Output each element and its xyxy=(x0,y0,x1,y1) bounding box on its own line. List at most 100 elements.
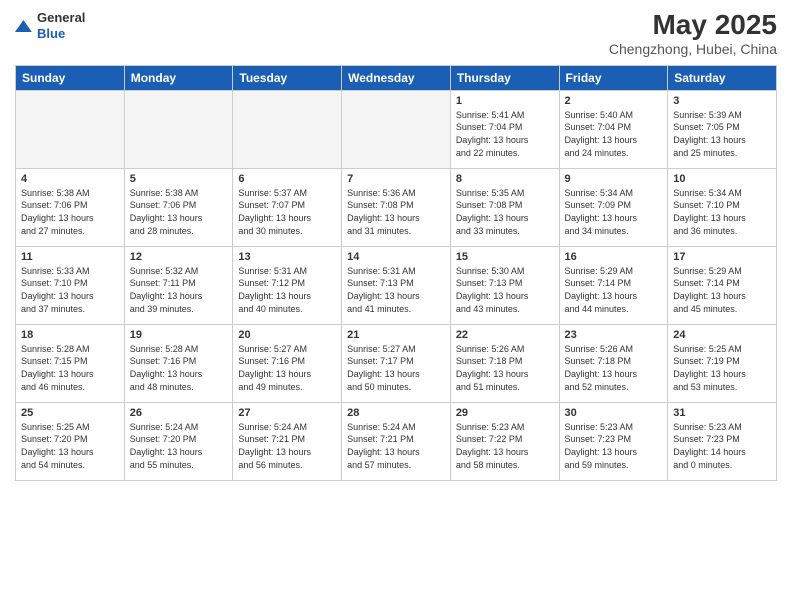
day-info: Sunrise: 5:27 AM Sunset: 7:17 PM Dayligh… xyxy=(347,343,445,393)
day-number: 13 xyxy=(238,251,336,263)
day-number: 28 xyxy=(347,407,445,419)
table-row xyxy=(16,90,125,168)
table-row: 11 Sunrise: 5:33 AM Sunset: 7:10 PM Dayli… xyxy=(16,246,125,324)
col-saturday: Saturday xyxy=(668,65,777,90)
day-info: Sunrise: 5:31 AM Sunset: 7:13 PM Dayligh… xyxy=(347,265,445,315)
table-row: 10 Sunrise: 5:34 AM Sunset: 7:10 PM Dayli… xyxy=(668,168,777,246)
table-row: 29 Sunrise: 5:23 AM Sunset: 7:22 PM Dayli… xyxy=(450,402,559,480)
day-number: 11 xyxy=(21,251,119,263)
day-info: Sunrise: 5:25 AM Sunset: 7:19 PM Dayligh… xyxy=(673,343,771,393)
col-tuesday: Tuesday xyxy=(233,65,342,90)
day-number: 14 xyxy=(347,251,445,263)
day-info: Sunrise: 5:26 AM Sunset: 7:18 PM Dayligh… xyxy=(456,343,554,393)
day-number: 16 xyxy=(565,251,663,263)
header: General Blue May 2025 Chengzhong, Hubei,… xyxy=(15,10,777,57)
table-row xyxy=(233,90,342,168)
day-number: 30 xyxy=(565,407,663,419)
table-row: 6 Sunrise: 5:37 AM Sunset: 7:07 PM Daylig… xyxy=(233,168,342,246)
day-info: Sunrise: 5:27 AM Sunset: 7:16 PM Dayligh… xyxy=(238,343,336,393)
day-number: 3 xyxy=(673,95,771,107)
table-row: 13 Sunrise: 5:31 AM Sunset: 7:12 PM Dayli… xyxy=(233,246,342,324)
day-info: Sunrise: 5:23 AM Sunset: 7:22 PM Dayligh… xyxy=(456,421,554,471)
day-info: Sunrise: 5:40 AM Sunset: 7:04 PM Dayligh… xyxy=(565,109,663,159)
day-number: 25 xyxy=(21,407,119,419)
table-row: 26Sunrise: 5:24 AM Sunset: 7:20 PM Dayli… xyxy=(124,402,233,480)
day-info: Sunrise: 5:39 AM Sunset: 7:05 PM Dayligh… xyxy=(673,109,771,159)
day-number: 19 xyxy=(130,329,228,341)
day-info: Sunrise: 5:41 AM Sunset: 7:04 PM Dayligh… xyxy=(456,109,554,159)
col-wednesday: Wednesday xyxy=(342,65,451,90)
calendar-week-row: 1 Sunrise: 5:41 AM Sunset: 7:04 PM Daylig… xyxy=(16,90,777,168)
calendar-header-row: Sunday Monday Tuesday Wednesday Thursday… xyxy=(16,65,777,90)
table-row: 15Sunrise: 5:30 AM Sunset: 7:13 PM Dayli… xyxy=(450,246,559,324)
day-number: 4 xyxy=(21,173,119,185)
calendar-week-row: 4 Sunrise: 5:38 AM Sunset: 7:06 PM Daylig… xyxy=(16,168,777,246)
table-row xyxy=(342,90,451,168)
calendar-week-row: 11 Sunrise: 5:33 AM Sunset: 7:10 PM Dayli… xyxy=(16,246,777,324)
day-info: Sunrise: 5:37 AM Sunset: 7:07 PM Dayligh… xyxy=(238,187,336,237)
day-number: 26 xyxy=(130,407,228,419)
calendar-table: Sunday Monday Tuesday Wednesday Thursday… xyxy=(15,65,777,481)
table-row: 24 Sunrise: 5:25 AM Sunset: 7:19 PM Dayli… xyxy=(668,324,777,402)
day-number: 29 xyxy=(456,407,554,419)
day-info: Sunrise: 5:25 AM Sunset: 7:20 PM Dayligh… xyxy=(21,421,119,471)
table-row: 5Sunrise: 5:38 AM Sunset: 7:06 PM Daylig… xyxy=(124,168,233,246)
day-number: 15 xyxy=(456,251,554,263)
col-thursday: Thursday xyxy=(450,65,559,90)
table-row: 28Sunrise: 5:24 AM Sunset: 7:21 PM Dayli… xyxy=(342,402,451,480)
day-info: Sunrise: 5:29 AM Sunset: 7:14 PM Dayligh… xyxy=(565,265,663,315)
table-row: 8 Sunrise: 5:35 AM Sunset: 7:08 PM Daylig… xyxy=(450,168,559,246)
day-number: 22 xyxy=(456,329,554,341)
table-row: 21 Sunrise: 5:27 AM Sunset: 7:17 PM Dayli… xyxy=(342,324,451,402)
day-number: 8 xyxy=(456,173,554,185)
day-number: 10 xyxy=(673,173,771,185)
day-number: 18 xyxy=(21,329,119,341)
day-info: Sunrise: 5:32 AM Sunset: 7:11 PM Dayligh… xyxy=(130,265,228,315)
day-info: Sunrise: 5:33 AM Sunset: 7:10 PM Dayligh… xyxy=(21,265,119,315)
day-number: 24 xyxy=(673,329,771,341)
calendar-week-row: 18 Sunrise: 5:28 AM Sunset: 7:15 PM Dayli… xyxy=(16,324,777,402)
table-row: 1 Sunrise: 5:41 AM Sunset: 7:04 PM Daylig… xyxy=(450,90,559,168)
table-row: 3 Sunrise: 5:39 AM Sunset: 7:05 PM Daylig… xyxy=(668,90,777,168)
table-row: 9Sunrise: 5:34 AM Sunset: 7:09 PM Daylig… xyxy=(559,168,668,246)
day-info: Sunrise: 5:34 AM Sunset: 7:10 PM Dayligh… xyxy=(673,187,771,237)
day-number: 6 xyxy=(238,173,336,185)
logo-text: General Blue xyxy=(37,10,85,41)
table-row: 2Sunrise: 5:40 AM Sunset: 7:04 PM Daylig… xyxy=(559,90,668,168)
day-info: Sunrise: 5:23 AM Sunset: 7:23 PM Dayligh… xyxy=(565,421,663,471)
day-info: Sunrise: 5:31 AM Sunset: 7:12 PM Dayligh… xyxy=(238,265,336,315)
location: Chengzhong, Hubei, China xyxy=(609,41,777,57)
col-sunday: Sunday xyxy=(16,65,125,90)
day-info: Sunrise: 5:38 AM Sunset: 7:06 PM Dayligh… xyxy=(21,187,119,237)
page: General Blue May 2025 Chengzhong, Hubei,… xyxy=(0,0,792,612)
logo-icon xyxy=(15,17,33,35)
title-block: May 2025 Chengzhong, Hubei, China xyxy=(609,10,777,57)
day-number: 12 xyxy=(130,251,228,263)
day-number: 5 xyxy=(130,173,228,185)
logo-blue: Blue xyxy=(37,26,85,42)
day-info: Sunrise: 5:28 AM Sunset: 7:16 PM Dayligh… xyxy=(130,343,228,393)
day-info: Sunrise: 5:24 AM Sunset: 7:21 PM Dayligh… xyxy=(238,421,336,471)
table-row: 12 Sunrise: 5:32 AM Sunset: 7:11 PM Dayli… xyxy=(124,246,233,324)
table-row: 17 Sunrise: 5:29 AM Sunset: 7:14 PM Dayli… xyxy=(668,246,777,324)
day-number: 17 xyxy=(673,251,771,263)
day-info: Sunrise: 5:23 AM Sunset: 7:23 PM Dayligh… xyxy=(673,421,771,471)
table-row: 30 Sunrise: 5:23 AM Sunset: 7:23 PM Dayli… xyxy=(559,402,668,480)
day-number: 1 xyxy=(456,95,554,107)
table-row: 7 Sunrise: 5:36 AM Sunset: 7:08 PM Daylig… xyxy=(342,168,451,246)
logo: General Blue xyxy=(15,10,85,41)
day-info: Sunrise: 5:29 AM Sunset: 7:14 PM Dayligh… xyxy=(673,265,771,315)
table-row: 22 Sunrise: 5:26 AM Sunset: 7:18 PM Dayli… xyxy=(450,324,559,402)
day-info: Sunrise: 5:35 AM Sunset: 7:08 PM Dayligh… xyxy=(456,187,554,237)
table-row: 19 Sunrise: 5:28 AM Sunset: 7:16 PM Dayli… xyxy=(124,324,233,402)
col-monday: Monday xyxy=(124,65,233,90)
day-info: Sunrise: 5:36 AM Sunset: 7:08 PM Dayligh… xyxy=(347,187,445,237)
table-row: 31Sunrise: 5:23 AM Sunset: 7:23 PM Dayli… xyxy=(668,402,777,480)
day-number: 21 xyxy=(347,329,445,341)
table-row: 25 Sunrise: 5:25 AM Sunset: 7:20 PM Dayli… xyxy=(16,402,125,480)
table-row xyxy=(124,90,233,168)
day-info: Sunrise: 5:28 AM Sunset: 7:15 PM Dayligh… xyxy=(21,343,119,393)
month-year: May 2025 xyxy=(609,10,777,41)
day-number: 7 xyxy=(347,173,445,185)
day-number: 27 xyxy=(238,407,336,419)
